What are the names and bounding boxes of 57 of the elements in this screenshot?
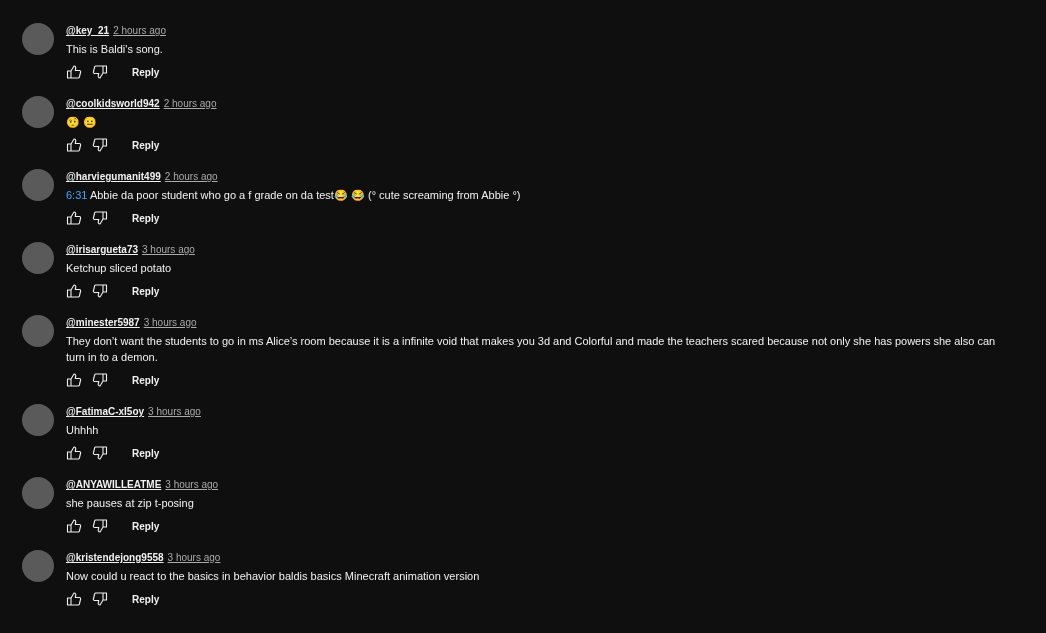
comment-time[interactable]: 2 hours ago: [163, 96, 217, 111]
dislike-icon[interactable]: [92, 64, 108, 80]
comment-time[interactable]: 3 hours ago: [142, 242, 195, 257]
comment-time[interactable]: 2 hours ago: [164, 169, 218, 184]
author-name[interactable]: @ANYAWILLEATME: [66, 477, 162, 492]
like-icon[interactable]: [66, 137, 82, 153]
comment-text: 6:31 Abbie da poor student who go a f grade on da test😂 😂 (° cute screaming from Abbie °): [66, 188, 522, 203]
avatar-placeholder[interactable]: [22, 404, 54, 436]
reply-button[interactable]: Reply: [128, 135, 164, 155]
author-name[interactable]: @FatimaC-xl5oy: [66, 404, 145, 419]
comment-time[interactable]: 3 hours ago: [165, 477, 219, 492]
author-name[interactable]: @harviegumanit499: [66, 169, 161, 184]
comment-time[interactable]: 2 hours ago: [113, 23, 166, 38]
reply-button[interactable]: Reply: [128, 443, 164, 463]
comment-text: 🤨 😐: [66, 115, 99, 130]
comment-text: Now could u react to the basics in behavior baldis basics Minecraft animation version: [66, 569, 481, 584]
avatar-placeholder[interactable]: [22, 169, 54, 201]
reply-button[interactable]: Reply: [128, 62, 164, 82]
comment-text: Ketchup sliced potato: [66, 261, 173, 276]
like-icon[interactable]: [66, 518, 82, 534]
dislike-icon[interactable]: [92, 372, 108, 388]
avatar-placeholder[interactable]: [22, 315, 54, 347]
author-name[interactable]: @minester5987: [66, 315, 140, 330]
reply-button[interactable]: Reply: [128, 281, 164, 301]
avatar-placeholder[interactable]: [22, 477, 54, 509]
avatar-placeholder[interactable]: [22, 550, 54, 582]
avatar-placeholder[interactable]: [22, 23, 54, 55]
comment-time[interactable]: 3 hours ago: [167, 550, 221, 565]
avatar-placeholder[interactable]: [22, 96, 54, 128]
comment-text: Uhhhh: [66, 423, 100, 438]
comment-time[interactable]: 3 hours ago: [143, 315, 197, 330]
reply-button[interactable]: Reply: [128, 516, 164, 536]
author-name[interactable]: @coolkidsworld942: [66, 96, 160, 111]
reply-button[interactable]: Reply: [128, 589, 164, 609]
dislike-icon[interactable]: [92, 283, 108, 299]
author-name[interactable]: @key_21: [66, 23, 110, 38]
like-icon[interactable]: [66, 372, 82, 388]
author-name[interactable]: @irisargueta73: [66, 242, 138, 257]
dislike-icon[interactable]: [92, 518, 108, 534]
like-icon[interactable]: [66, 64, 82, 80]
dislike-icon[interactable]: [92, 591, 108, 607]
dislike-icon[interactable]: [92, 137, 108, 153]
dislike-icon[interactable]: [92, 210, 108, 226]
like-icon[interactable]: [66, 283, 82, 299]
comment-text: They don’t want the students to go in ms Alice’s room because it is a infinite void that makes you 3d and Colorful and made the teachers scared because not only she has powers she also can turn in to a demon.: [66, 334, 997, 365]
like-icon[interactable]: [66, 445, 82, 461]
reply-button[interactable]: Reply: [128, 370, 164, 390]
like-icon[interactable]: [66, 591, 82, 607]
dislike-icon[interactable]: [92, 445, 108, 461]
comment-text: she pauses at zip t-posing: [66, 496, 195, 511]
author-name[interactable]: @kristendejong9558: [66, 550, 164, 565]
comment-time[interactable]: 3 hours ago: [148, 404, 201, 419]
comment-text: This is Baldi's song.: [66, 42, 164, 57]
avatar-placeholder[interactable]: [22, 242, 54, 274]
like-icon[interactable]: [66, 210, 82, 226]
timestamp-link[interactable]: 6:31: [66, 189, 88, 201]
reply-button[interactable]: Reply: [128, 208, 164, 228]
